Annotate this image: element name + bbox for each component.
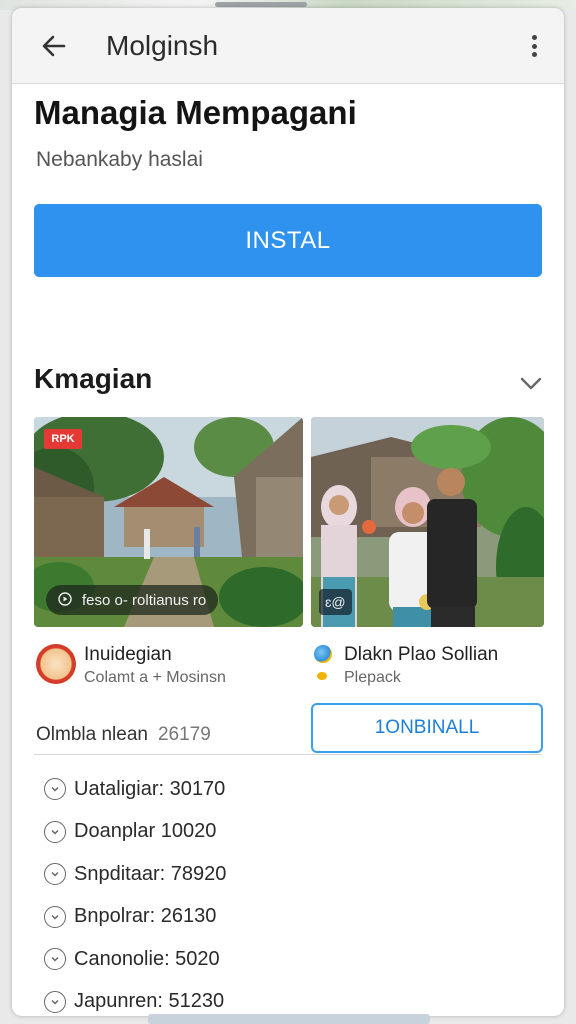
- status-handle: [215, 2, 307, 7]
- related-app-icon[interactable]: [36, 644, 76, 684]
- divider: [34, 754, 542, 755]
- app-title: Managia Mempagani: [34, 94, 357, 131]
- list-item[interactable]: Doanplar 10020: [34, 811, 542, 854]
- arrow-left-icon: [42, 35, 66, 57]
- media-chip: ɛ@: [319, 589, 352, 615]
- install-button[interactable]: INSTAL: [34, 204, 542, 277]
- chevron-circle-icon: [44, 990, 66, 1013]
- chevron-circle-icon: [44, 905, 66, 928]
- screenshot-people[interactable]: ɛ@: [311, 417, 544, 627]
- app-bar: Molginsh: [12, 8, 564, 84]
- list-item[interactable]: Canonolie: 5020: [34, 938, 542, 981]
- chevron-circle-icon: [44, 863, 66, 886]
- bottom-strip: [148, 1014, 430, 1024]
- video-badge: RPK: [44, 429, 82, 449]
- related-app-2-title[interactable]: Dlakn Plao Sollian: [344, 644, 498, 666]
- list-item-label: Canonolie: 5020: [74, 947, 220, 970]
- expand-section-button[interactable]: [516, 368, 546, 398]
- section-title: Kmagian: [34, 363, 153, 394]
- play-icon: [58, 591, 72, 609]
- list-item-label: Snpditaar: 78920: [74, 862, 227, 885]
- list-item[interactable]: Uataligiar: 30170: [34, 768, 542, 811]
- chevron-circle-icon: [44, 948, 66, 971]
- developer-name[interactable]: Nebankaby haslai: [36, 148, 203, 172]
- chevron-down-icon: [520, 377, 542, 390]
- chevron-circle-icon: [44, 778, 66, 801]
- list-item-label: Bnpolrar: 26130: [74, 905, 217, 928]
- more-vert-icon: [531, 35, 537, 40]
- list-item-label: Japunren: 51230: [74, 990, 225, 1013]
- back-button[interactable]: [36, 28, 72, 64]
- video-caption-text: feso o- roltianus ro: [82, 591, 207, 609]
- list-item[interactable]: Japunren: 51230: [34, 981, 542, 1017]
- related-app-2-dot-icon: [317, 672, 327, 680]
- list-item[interactable]: Bnpolrar: 26130: [34, 896, 542, 939]
- list-item-label: Doanplar 10020: [74, 820, 217, 843]
- related-app-subtitle: Colamt a + Mosinsn: [84, 669, 226, 686]
- video-caption[interactable]: feso o- roltianus ro: [46, 585, 219, 615]
- app-screen: Molginsh Managia Mempagani Nebankaby has…: [12, 8, 564, 1016]
- stat-label: Olmbla nlean: [36, 724, 148, 745]
- related-app-title[interactable]: Inuidegian: [84, 644, 172, 666]
- app-bar-title: Molginsh: [106, 30, 219, 61]
- related-app-2-subtitle: Plepack: [344, 669, 401, 686]
- list-item[interactable]: Snpditaar: 78920: [34, 853, 542, 896]
- secondary-button[interactable]: 1ONBINALL: [311, 703, 543, 753]
- related-app-2-icon[interactable]: [314, 645, 332, 663]
- screenshot-village[interactable]: RPK feso o- roltianus ro: [34, 417, 303, 627]
- stat-row: Olmbla nlean 26179: [36, 724, 211, 746]
- list-item-label: Uataligiar: 30170: [74, 777, 226, 800]
- more-options-button[interactable]: [522, 30, 546, 62]
- details-list: Uataligiar: 30170 Doanplar 10020 Snpdita…: [34, 768, 542, 1016]
- stat-value: 26179: [157, 724, 211, 745]
- chevron-circle-icon: [44, 820, 66, 843]
